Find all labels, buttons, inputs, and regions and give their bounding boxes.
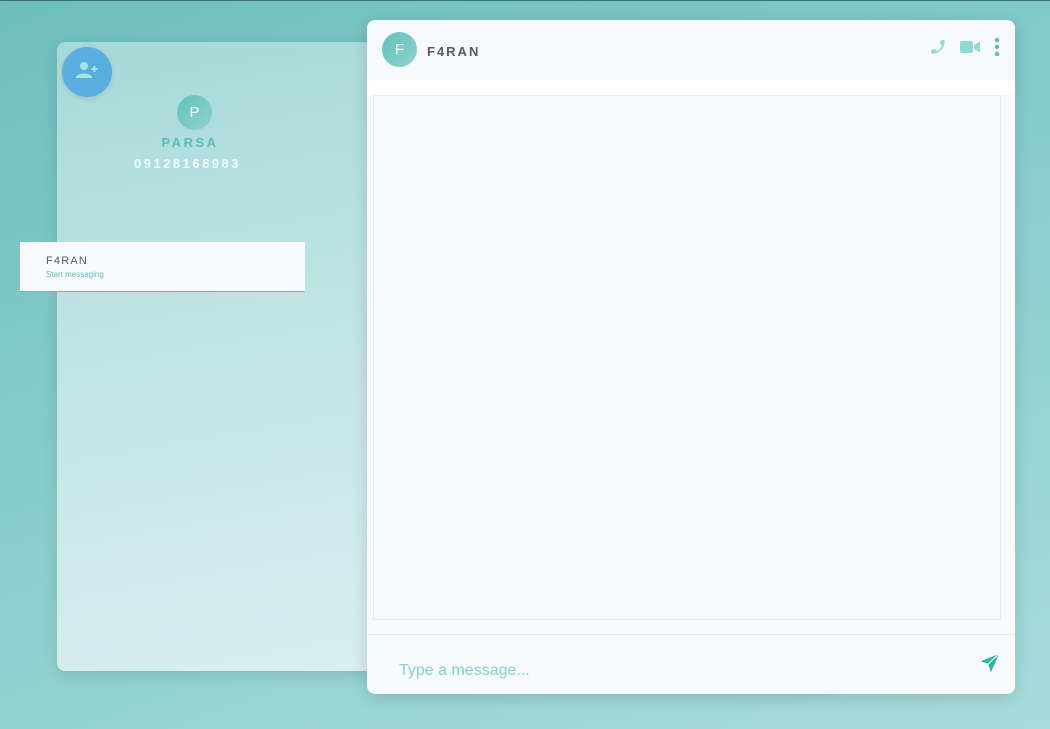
- video-camera-icon: [960, 40, 980, 59]
- add-contact-button[interactable]: [62, 47, 112, 97]
- more-vertical-icon: [994, 37, 1000, 62]
- profile-avatar-initial: P: [189, 104, 200, 121]
- contact-subtitle: Start messaging: [46, 270, 104, 279]
- header-divider: [367, 80, 1015, 95]
- chat-panel: F F4RAN: [367, 20, 1015, 694]
- contact-list-item[interactable]: F4RAN Start messaging: [20, 242, 305, 292]
- chat-avatar: F: [382, 32, 417, 67]
- chat-avatar-initial: F: [394, 41, 405, 58]
- phone-icon: [929, 38, 947, 61]
- profile-avatar: P: [177, 95, 212, 130]
- contact-name: F4RAN: [46, 255, 89, 267]
- composer-divider: [367, 634, 1015, 635]
- window-top-border: [0, 0, 1050, 1]
- send-icon: [979, 652, 1001, 679]
- message-input[interactable]: [397, 656, 961, 686]
- call-button[interactable]: [927, 38, 949, 60]
- add-user-icon: [76, 61, 98, 84]
- profile-phone: 09128168983: [133, 156, 242, 171]
- chat-title: F4RAN: [427, 44, 481, 59]
- video-call-button[interactable]: [959, 38, 981, 60]
- messages-area[interactable]: [373, 95, 1001, 620]
- profile-name: PARSA: [161, 135, 219, 150]
- send-button[interactable]: [977, 652, 1003, 678]
- chat-header: F F4RAN: [367, 20, 1015, 80]
- more-options-button[interactable]: [986, 37, 1008, 62]
